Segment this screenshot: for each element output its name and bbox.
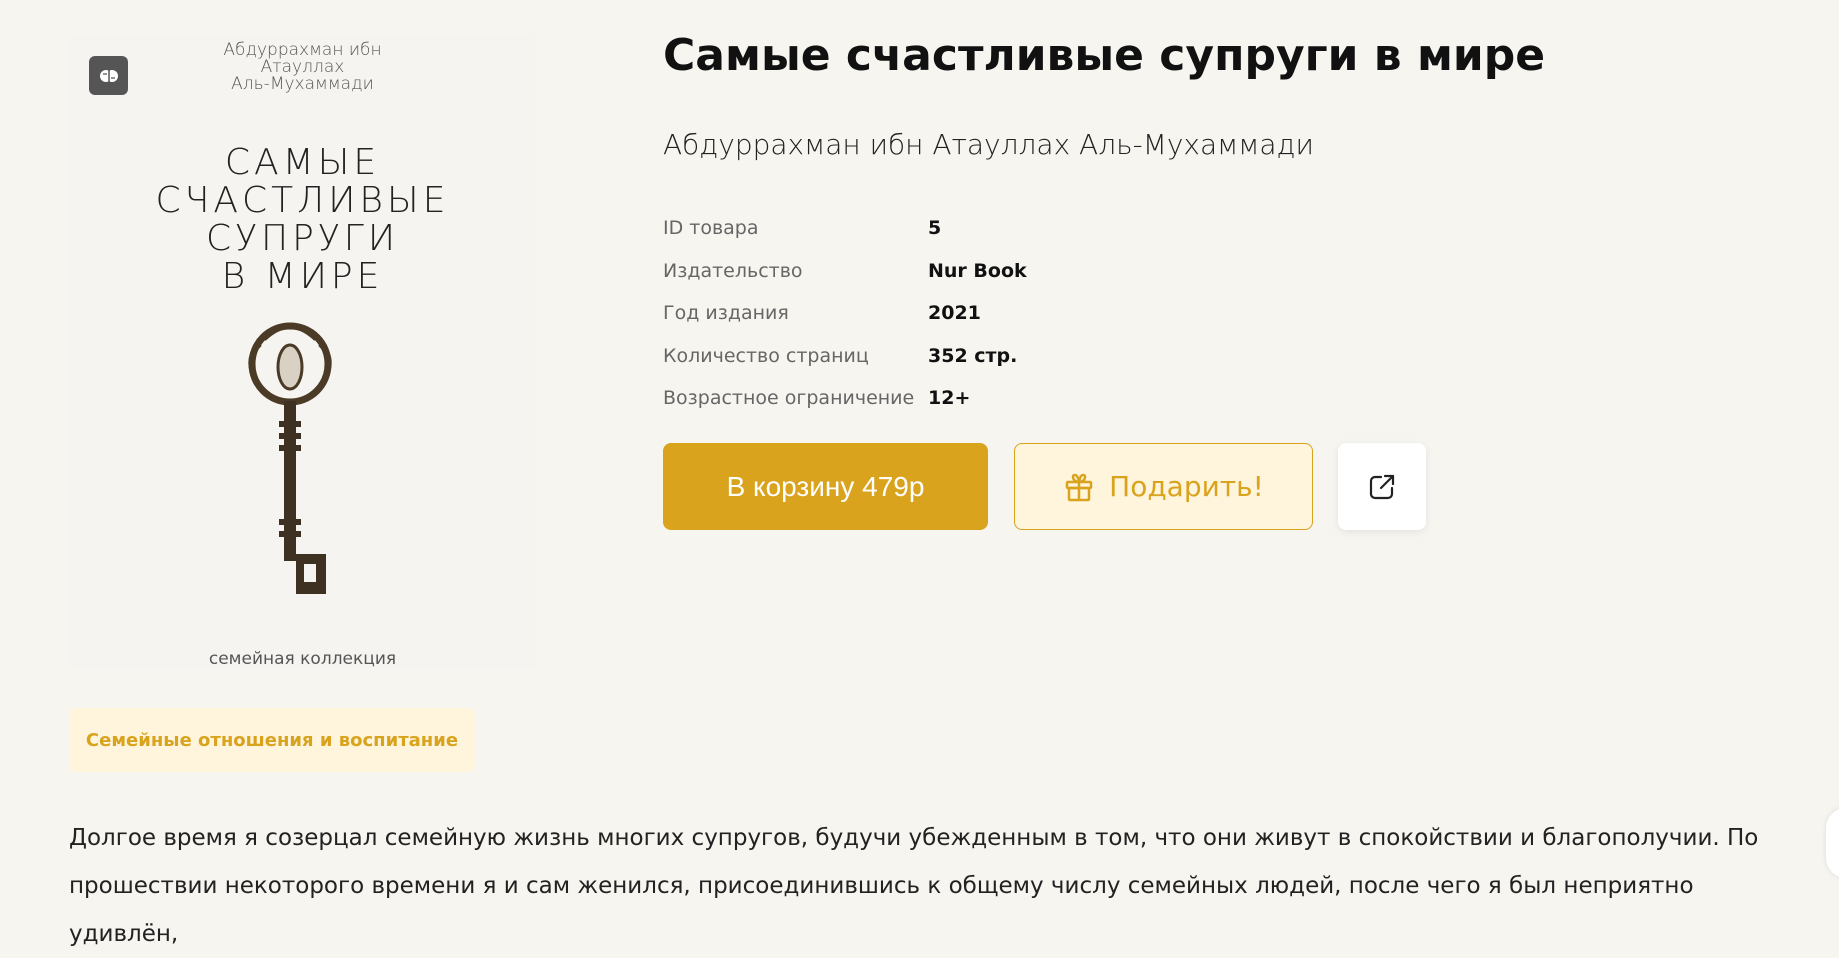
key-icon <box>248 322 332 594</box>
share-icon <box>1369 474 1395 499</box>
gift-icon <box>1065 473 1093 501</box>
book-author[interactable]: Абдуррахман ибн Атауллах Аль-Мухаммади <box>663 128 1314 161</box>
category-tag[interactable]: Семейные отношения и воспитание <box>69 708 475 772</box>
page-title: Самые счастливые супруги в мире <box>663 30 1546 81</box>
gift-label: Подарить! <box>1109 470 1264 503</box>
spec-value: 12+ <box>928 387 971 410</box>
add-to-cart-button[interactable]: В корзину 479р <box>663 443 988 530</box>
spec-value: 2021 <box>928 302 981 325</box>
spec-row-pages: Количество страниц 352 стр. <box>663 335 1027 378</box>
spec-label: Возрастное ограничение <box>663 387 915 410</box>
spec-label: ID товара <box>663 217 759 240</box>
gift-button[interactable]: Подарить! <box>1014 443 1313 530</box>
spec-label: Количество страниц <box>663 344 869 367</box>
specs-table: ID товара 5 Издательство Nur Book Год из… <box>663 207 1027 420</box>
book-description: Долгое время я созерцал семейную жизнь м… <box>69 825 1759 947</box>
spec-label: Год издания <box>663 302 789 325</box>
cover-title: САМЫЕ СЧАСТЛИВЫЕ СУПРУГИ В МИРЕ <box>155 142 450 297</box>
spec-value: Nur Book <box>928 259 1027 282</box>
cover-author: Абдуррахман ибн Атауллах Аль-Мухаммади <box>223 40 382 94</box>
book-cover[interactable]: Абдуррахман ибн Атауллах Аль-Мухаммади С… <box>69 37 536 669</box>
cover-collection: семейная коллекция <box>208 649 397 669</box>
spec-row-age: Возрастное ограничение 12+ <box>663 377 1027 420</box>
share-button[interactable] <box>1338 443 1426 530</box>
chat-widget-button[interactable] <box>1826 808 1839 878</box>
spec-row-publisher: Издательство Nur Book <box>663 250 1027 293</box>
spec-label: Издательство <box>663 259 803 282</box>
spec-row-year: Год издания 2021 <box>663 292 1027 335</box>
spec-value: 352 стр. <box>928 344 1018 367</box>
spec-value: 5 <box>928 217 942 240</box>
spec-row-id: ID товара 5 <box>663 207 1027 250</box>
